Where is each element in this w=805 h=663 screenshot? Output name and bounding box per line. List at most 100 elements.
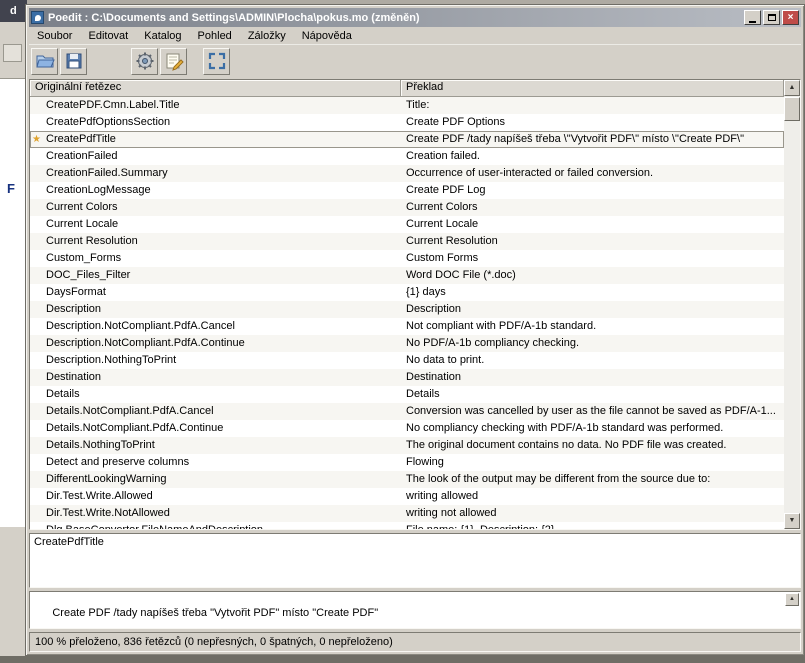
row-source: CreationFailed.Summary: [46, 167, 168, 179]
row-translation: No data to print.: [401, 352, 784, 369]
table-row[interactable]: ★ Details.NotCompliant.PdfA.Continue No …: [30, 420, 784, 437]
row-source-cell: ★ Details.NothingToPrint: [30, 437, 401, 454]
row-source-cell: ★ Current Colors: [30, 199, 401, 216]
row-source-cell: ★ Current Locale: [30, 216, 401, 233]
table-row[interactable]: ★ Current Resolution Current Resolution: [30, 233, 784, 250]
table-row[interactable]: ★ CreationFailed Creation failed.: [30, 148, 784, 165]
row-source: Destination: [46, 371, 101, 383]
row-source-cell: ★ Description.NothingToPrint: [30, 352, 401, 369]
menu-item-napoveda[interactable]: Nápověda: [294, 28, 360, 44]
row-source-cell: ★ Details.NotCompliant.PdfA.Continue: [30, 420, 401, 437]
translation-scroll-up-button[interactable]: ▲: [785, 593, 799, 606]
table-row[interactable]: ★ Current Locale Current Locale: [30, 216, 784, 233]
row-source: Current Locale: [46, 218, 118, 230]
row-translation: Current Colors: [401, 199, 784, 216]
minimize-button[interactable]: [744, 10, 761, 25]
row-translation: Word DOC File (*.doc): [401, 267, 784, 284]
table-row[interactable]: ★ CreationFailed.Summary Occurrence of u…: [30, 165, 784, 182]
row-source-cell: ★ Description.NotCompliant.PdfA.Cancel: [30, 318, 401, 335]
scroll-up-button[interactable]: ▲: [784, 80, 800, 96]
scroll-thumb[interactable]: [784, 97, 800, 121]
table-row[interactable]: ★ Details.NotCompliant.PdfA.Cancel Conve…: [30, 403, 784, 420]
comment-button[interactable]: [160, 48, 187, 75]
save-catalog-button[interactable]: [60, 48, 87, 75]
maximize-icon: [768, 14, 776, 21]
fullscreen-button[interactable]: [203, 48, 230, 75]
row-translation: Create PDF Log: [401, 182, 784, 199]
row-source: Description.NothingToPrint: [46, 354, 176, 366]
open-catalog-button[interactable]: [31, 48, 58, 75]
row-source-cell: ★ Description: [30, 301, 401, 318]
menu-item-zalozky[interactable]: Záložky: [240, 28, 294, 44]
gear-icon: [135, 51, 155, 71]
row-source-cell: ★ CreationLogMessage: [30, 182, 401, 199]
table-row[interactable]: ★ DifferentLookingWarning The look of th…: [30, 471, 784, 488]
row-source: Detect and preserve columns: [46, 456, 189, 468]
scroll-down-button[interactable]: ▼: [784, 513, 800, 529]
table-body: ★ CreatePDF.Cmn.Label.Title Title: ★ Cre…: [30, 97, 784, 529]
table-row[interactable]: ★ Custom_Forms Custom Forms: [30, 250, 784, 267]
poedit-app-icon: [31, 11, 44, 24]
menu-item-editovat[interactable]: Editovat: [80, 28, 136, 44]
table-row[interactable]: ★ Details.NothingToPrint The original do…: [30, 437, 784, 454]
table-scrollbar[interactable]: ▲ ▼: [784, 80, 800, 529]
note-pencil-icon: [164, 51, 184, 71]
row-translation: Create PDF /tady napíšeš třeba \"Vytvoři…: [401, 131, 784, 148]
translation-text-panel[interactable]: Create PDF /tady napíšeš třeba "Vytvořit…: [29, 591, 801, 629]
title-bar[interactable]: Poedit : C:\Documents and Settings\ADMIN…: [29, 8, 801, 27]
table-row[interactable]: ★ Dir.Test.Write.NotAllowed writing not …: [30, 505, 784, 522]
maximize-button[interactable]: [763, 10, 780, 25]
table-row[interactable]: ★ Current Colors Current Colors: [30, 199, 784, 216]
row-translation: Create PDF Options: [401, 114, 784, 131]
row-source: Dir.Test.Write.NotAllowed: [46, 507, 170, 519]
row-source: DaysFormat: [46, 286, 106, 298]
table-row[interactable]: ★ Description.NotCompliant.PdfA.Continue…: [30, 335, 784, 352]
header-original-string[interactable]: Originální řetězec: [30, 80, 401, 97]
table-row[interactable]: ★ CreatePdfTitle Create PDF /tady napíše…: [30, 131, 784, 148]
row-translation: Current Locale: [401, 216, 784, 233]
row-translation: Destination: [401, 369, 784, 386]
table-row[interactable]: ★ Description Description: [30, 301, 784, 318]
row-source: Details.NotCompliant.PdfA.Continue: [46, 422, 223, 434]
row-translation: The look of the output may be different …: [401, 471, 784, 488]
table-row[interactable]: ★ Destination Destination: [30, 369, 784, 386]
row-source-cell: ★ Details: [30, 386, 401, 403]
close-button[interactable]: ×: [782, 10, 799, 25]
row-source-cell: ★ DOC_Files_Filter: [30, 267, 401, 284]
status-bar: 100 % přeloženo, 836 řetězců (0 nepřesný…: [29, 632, 801, 652]
row-translation: No compliancy checking with PDF/A-1b sta…: [401, 420, 784, 437]
table-row[interactable]: ★ Description.NothingToPrint No data to …: [30, 352, 784, 369]
table-row[interactable]: ★ Details Details: [30, 386, 784, 403]
poedit-window: Poedit : C:\Documents and Settings\ADMIN…: [25, 4, 805, 656]
settings-button[interactable]: [131, 48, 158, 75]
menu-item-katalog[interactable]: Katalog: [136, 28, 189, 44]
row-translation: Not compliant with PDF/A-1b standard.: [401, 318, 784, 335]
screen: d F Poedit : C:\Documents and Settings\A…: [0, 0, 805, 663]
table-row[interactable]: ★ Dlg.BaseConvertor.FileNameAndDescripti…: [30, 522, 784, 529]
row-source-cell: ★ Dir.Test.Write.Allowed: [30, 488, 401, 505]
translation-text: Create PDF /tady napíšeš třeba "Vytvořit…: [52, 607, 378, 619]
menu-item-soubor[interactable]: Soubor: [29, 28, 80, 44]
source-text-panel[interactable]: CreatePdfTitle: [29, 533, 801, 588]
table-row[interactable]: ★ Dir.Test.Write.Allowed writing allowed: [30, 488, 784, 505]
table-row[interactable]: ★ CreationLogMessage Create PDF Log: [30, 182, 784, 199]
table-row[interactable]: ★ CreatePdfOptionsSection Create PDF Opt…: [30, 114, 784, 131]
background-window-body: F: [0, 78, 27, 527]
table-row[interactable]: ★ DOC_Files_Filter Word DOC File (*.doc): [30, 267, 784, 284]
row-source: Details.NotCompliant.PdfA.Cancel: [46, 405, 214, 417]
minimize-icon: [749, 21, 756, 23]
table-row[interactable]: ★ Description.NotCompliant.PdfA.Cancel N…: [30, 318, 784, 335]
row-source: CreatePDF.Cmn.Label.Title: [46, 99, 179, 111]
row-source-cell: ★ CreatePdfOptionsSection: [30, 114, 401, 131]
table-row[interactable]: ★ Detect and preserve columns Flowing: [30, 454, 784, 471]
row-source-cell: ★ Dir.Test.Write.NotAllowed: [30, 505, 401, 522]
table-row[interactable]: ★ DaysFormat {1} days: [30, 284, 784, 301]
table-row[interactable]: ★ CreatePDF.Cmn.Label.Title Title:: [30, 97, 784, 114]
status-text: 100 % přeloženo, 836 řetězců (0 nepřesný…: [35, 636, 393, 648]
row-source: Dlg.BaseConvertor.FileNameAndDescription: [46, 524, 263, 529]
row-source-cell: ★ Dlg.BaseConvertor.FileNameAndDescripti…: [30, 522, 401, 529]
header-translation[interactable]: Překlad: [401, 80, 784, 97]
menu-item-pohled[interactable]: Pohled: [190, 28, 240, 44]
row-translation: No PDF/A-1b compliancy checking.: [401, 335, 784, 352]
row-source: Current Resolution: [46, 235, 138, 247]
